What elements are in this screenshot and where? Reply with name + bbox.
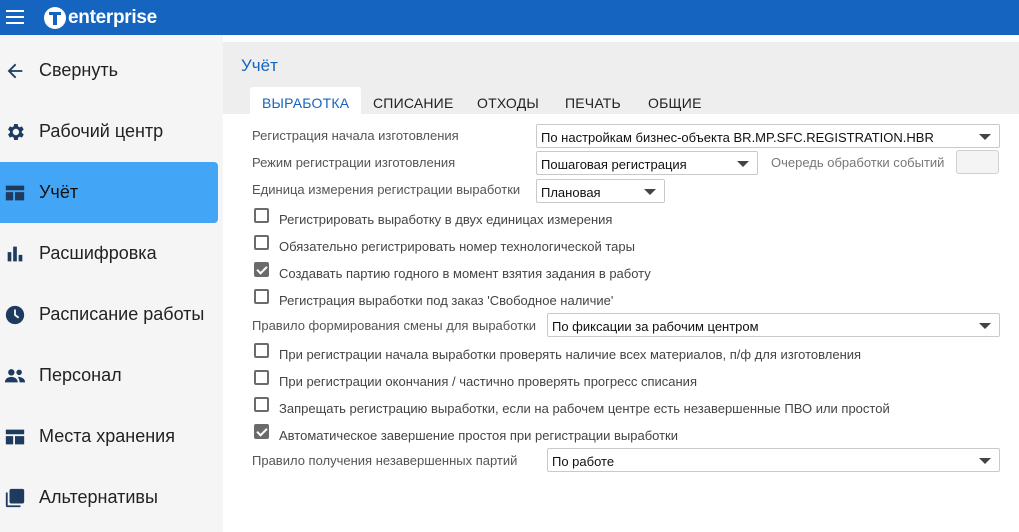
sidebar-item-label: Расписание работы xyxy=(39,304,205,324)
logo-text: enterprise xyxy=(68,7,157,28)
checkbox-auto-finish-downtime[interactable] xyxy=(254,424,269,439)
sidebar-item-collapse[interactable]: Свернуть xyxy=(0,40,218,101)
storage-icon xyxy=(5,429,25,444)
checkbox-auto-finish-downtime-label: Автоматическое завершение простоя при ре… xyxy=(279,428,678,443)
checkbox-free-stock-order-label: Регистрация выработки под заказ 'Свободн… xyxy=(279,293,614,308)
start-registration-label: Регистрация начала изготовления xyxy=(252,128,459,143)
sidebar-item-label: Персонал xyxy=(39,365,122,385)
tab-print[interactable]: ПЕЧАТЬ xyxy=(565,95,621,111)
unit-of-measure-label: Единица измерения регистрации выработки xyxy=(252,182,521,197)
sidebar-item-breakdown[interactable]: Расшифровка xyxy=(0,223,218,284)
sidebar-item-label: Расшифровка xyxy=(39,243,157,263)
chevron-down-icon xyxy=(737,161,749,167)
menu-icon[interactable] xyxy=(6,9,24,25)
unit-of-measure-select[interactable]: Плановая xyxy=(536,179,665,203)
checkbox-two-units[interactable] xyxy=(254,208,269,223)
chevron-down-icon xyxy=(979,458,991,464)
table-icon xyxy=(5,185,25,200)
arrow-left-icon xyxy=(7,63,23,78)
sidebar-item-label: Альтернативы xyxy=(39,487,158,507)
chevron-down-icon xyxy=(979,323,991,329)
checkbox-create-batch[interactable] xyxy=(254,262,269,277)
checkbox-check-materials-label: При регистрации начала выработки проверя… xyxy=(279,347,862,362)
app-logo[interactable]: enterprise xyxy=(44,6,157,30)
main-content: Учёт ВЫРАБОТКА СПИСАНИЕ ОТХОДЫ ПЕЧАТЬ ОБ… xyxy=(223,35,1019,532)
top-app-bar: enterprise xyxy=(0,0,1019,35)
sidebar-item-accounting[interactable]: Учёт xyxy=(0,162,218,223)
event-queue-field[interactable] xyxy=(956,150,999,174)
checkbox-forbid-registration-label: Запрещать регистрацию выработки, если на… xyxy=(279,401,890,416)
gear-icon xyxy=(8,123,24,140)
unfinished-batches-value: По работе xyxy=(552,454,615,469)
checkbox-forbid-registration[interactable] xyxy=(254,397,269,412)
shift-rule-value: По фиксации за рабочим центром xyxy=(552,319,759,334)
checkbox-create-batch-label: Создавать партию годного в момент взятия… xyxy=(279,266,651,281)
shift-rule-select[interactable]: По фиксации за рабочим центром xyxy=(547,313,1000,337)
page-header: Учёт ВЫРАБОТКА СПИСАНИЕ ОТХОДЫ ПЕЧАТЬ ОБ… xyxy=(223,42,1019,118)
sidebar-item-alternatives[interactable]: Альтернативы xyxy=(0,467,218,528)
people-icon xyxy=(4,368,26,382)
start-registration-select[interactable]: По настройкам бизнес-объекта BR.MP.SFC.R… xyxy=(536,124,1000,148)
checkbox-check-materials[interactable] xyxy=(254,343,269,358)
start-registration-value: По настройкам бизнес-объекта BR.MP.SFC.R… xyxy=(541,130,934,145)
sidebar-item-schedule[interactable]: Расписание работы xyxy=(0,284,218,345)
sidebar-item-work-center[interactable]: Рабочий центр xyxy=(0,101,218,162)
unit-of-measure-value: Плановая xyxy=(541,185,601,200)
library-icon xyxy=(5,488,25,507)
checkbox-container-number-label: Обязательно регистрировать номер техноло… xyxy=(279,239,635,254)
registration-mode-select[interactable]: Пошаговая регистрация xyxy=(536,151,758,175)
bar-chart-icon xyxy=(7,246,23,261)
chevron-down-icon xyxy=(644,189,656,195)
tab-output[interactable]: ВЫРАБОТКА xyxy=(250,87,362,118)
registration-mode-value: Пошаговая регистрация xyxy=(541,157,687,172)
sidebar-item-label: Места хранения xyxy=(39,426,175,446)
sidebar-item-storage[interactable]: Места хранения xyxy=(0,406,218,467)
chevron-down-icon xyxy=(979,134,991,140)
unfinished-batches-label: Правило получения незавершенных партий xyxy=(252,453,518,468)
unfinished-batches-select[interactable]: По работе xyxy=(547,448,1000,472)
sidebar-item-label: Учёт xyxy=(39,182,79,202)
sidebar-item-label: Свернуть xyxy=(39,60,118,80)
tab-waste[interactable]: ОТХОДЫ xyxy=(477,95,539,111)
sidebar-item-label: Рабочий центр xyxy=(39,121,164,141)
sidebar-item-personnel[interactable]: Персонал xyxy=(0,345,218,406)
event-queue-label: Очередь обработки событий xyxy=(771,155,945,170)
tab-general[interactable]: ОБЩИЕ xyxy=(648,95,702,111)
tab-write-off[interactable]: СПИСАНИЕ xyxy=(373,95,454,111)
page-title: Учёт xyxy=(241,56,278,75)
checkbox-container-number[interactable] xyxy=(254,235,269,250)
sidebar: Свернуть Рабочий центр Учёт Расшифровка … xyxy=(0,35,223,532)
logo-icon xyxy=(44,7,66,29)
checkbox-two-units-label: Регистрировать выработку в двух единицах… xyxy=(279,212,613,227)
checkbox-check-write-off-label: При регистрации окончания / частично про… xyxy=(279,374,697,389)
checkbox-free-stock-order[interactable] xyxy=(254,289,269,304)
checkbox-check-write-off[interactable] xyxy=(254,370,269,385)
shift-rule-label: Правило формирования смены для выработки xyxy=(252,318,537,333)
registration-mode-label: Режим регистрации изготовления xyxy=(252,155,456,170)
clock-icon xyxy=(5,305,25,324)
